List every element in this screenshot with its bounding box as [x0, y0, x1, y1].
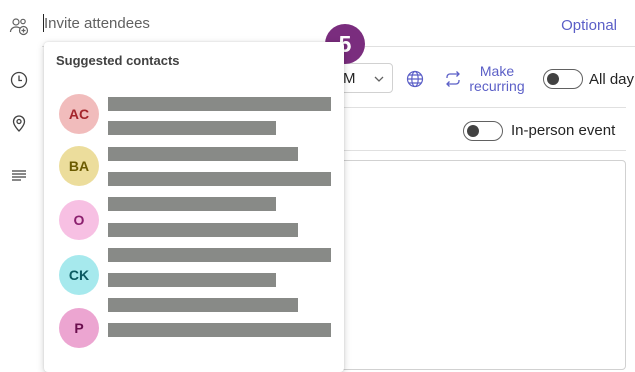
redacted-name — [108, 248, 331, 262]
redacted-name — [108, 197, 276, 211]
time-row-divider — [330, 107, 626, 108]
redacted-email — [108, 172, 331, 186]
make-recurring-line2: recurring — [469, 78, 525, 94]
contact-row[interactable]: O — [44, 197, 344, 245]
contact-row[interactable]: BA — [44, 143, 344, 191]
avatar: BA — [59, 146, 99, 186]
redacted-email — [108, 121, 276, 135]
clock-icon — [9, 70, 29, 90]
avatar: O — [59, 200, 99, 240]
redacted-email — [108, 223, 298, 237]
suggested-contacts-panel: Suggested contacts AC BA O CK P — [44, 42, 344, 372]
suggested-contacts-heading: Suggested contacts — [56, 53, 180, 68]
add-people-icon — [9, 16, 29, 36]
redacted-name — [108, 147, 298, 161]
avatar: P — [59, 308, 99, 348]
in-person-toggle[interactable] — [463, 121, 503, 141]
toggle-knob — [547, 73, 559, 85]
redacted-name — [108, 97, 331, 111]
make-recurring-button[interactable]: Make recurring — [465, 64, 529, 94]
end-time-value: M — [343, 70, 356, 87]
toggle-knob — [467, 125, 479, 137]
avatar: CK — [59, 255, 99, 295]
location-row-divider — [330, 150, 626, 151]
contact-row[interactable]: P — [44, 298, 344, 353]
redacted-email — [108, 323, 331, 337]
text-align-icon — [9, 165, 29, 185]
redacted-email — [108, 273, 276, 287]
all-day-label: All day — [589, 71, 635, 88]
in-person-label: In-person event — [511, 122, 616, 139]
location-pin-icon — [9, 113, 29, 133]
contact-row[interactable]: AC — [44, 91, 344, 139]
all-day-toggle[interactable] — [543, 69, 583, 89]
contact-row[interactable]: CK — [44, 248, 344, 300]
globe-icon[interactable] — [405, 69, 425, 89]
make-recurring-line1: Make — [479, 63, 515, 79]
recurring-arrows-icon[interactable] — [443, 69, 463, 89]
redacted-name — [108, 298, 298, 312]
invite-attendees-input[interactable] — [42, 12, 484, 34]
chevron-down-icon — [374, 76, 384, 82]
avatar: AC — [59, 94, 99, 134]
description-editor[interactable] — [330, 160, 626, 370]
optional-attendees-link[interactable]: Optional — [561, 17, 617, 34]
text-caret — [43, 14, 44, 32]
